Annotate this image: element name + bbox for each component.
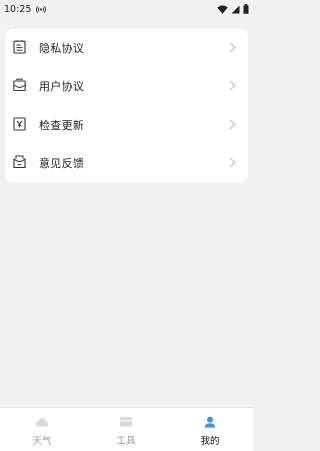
tab-label: 我的 [200,436,220,447]
menu-item-label: 检查更新 [39,119,85,132]
menu-item-feedback[interactable]: 意见反馈 [5,144,248,182]
weather-cloud-icon [35,418,49,427]
feedback-icon [13,155,26,169]
menu-item-label: 用户协议 [39,80,85,93]
chevron-right-icon [229,119,236,130]
radio-icon [36,5,47,13]
tab-weather[interactable]: 天气 [0,408,84,451]
tab-label: 天气 [32,436,52,447]
menu-item-label: 意见反馈 [39,157,85,170]
chevron-right-icon [229,80,236,91]
bottom-tab-bar: 天气 工具 我的 [0,407,253,451]
update-check-icon [13,117,26,131]
profile-icon [204,416,216,428]
status-time: 10:25 [4,3,32,15]
tab-label: 工具 [116,436,136,447]
status-bar: 10:25 [0,0,253,18]
chevron-right-icon [229,157,236,168]
battery-icon [243,4,249,14]
settings-menu-card: 隐私协议 用户协议 检查更新 意见反馈 [5,29,248,183]
tab-profile[interactable]: 我的 [168,408,252,451]
menu-item-check-update[interactable]: 检查更新 [5,106,248,144]
signal-icon [231,5,240,13]
chevron-right-icon [229,42,236,53]
menu-item-label: 隐私协议 [39,42,85,55]
menu-item-user-agreement[interactable]: 用户协议 [5,67,248,105]
tab-tools[interactable]: 工具 [84,408,168,451]
user-agreement-mail-icon [13,78,26,92]
privacy-document-icon [13,40,26,54]
tools-icon [120,417,132,427]
menu-item-privacy-policy[interactable]: 隐私协议 [5,29,248,67]
wifi-icon [217,5,228,14]
